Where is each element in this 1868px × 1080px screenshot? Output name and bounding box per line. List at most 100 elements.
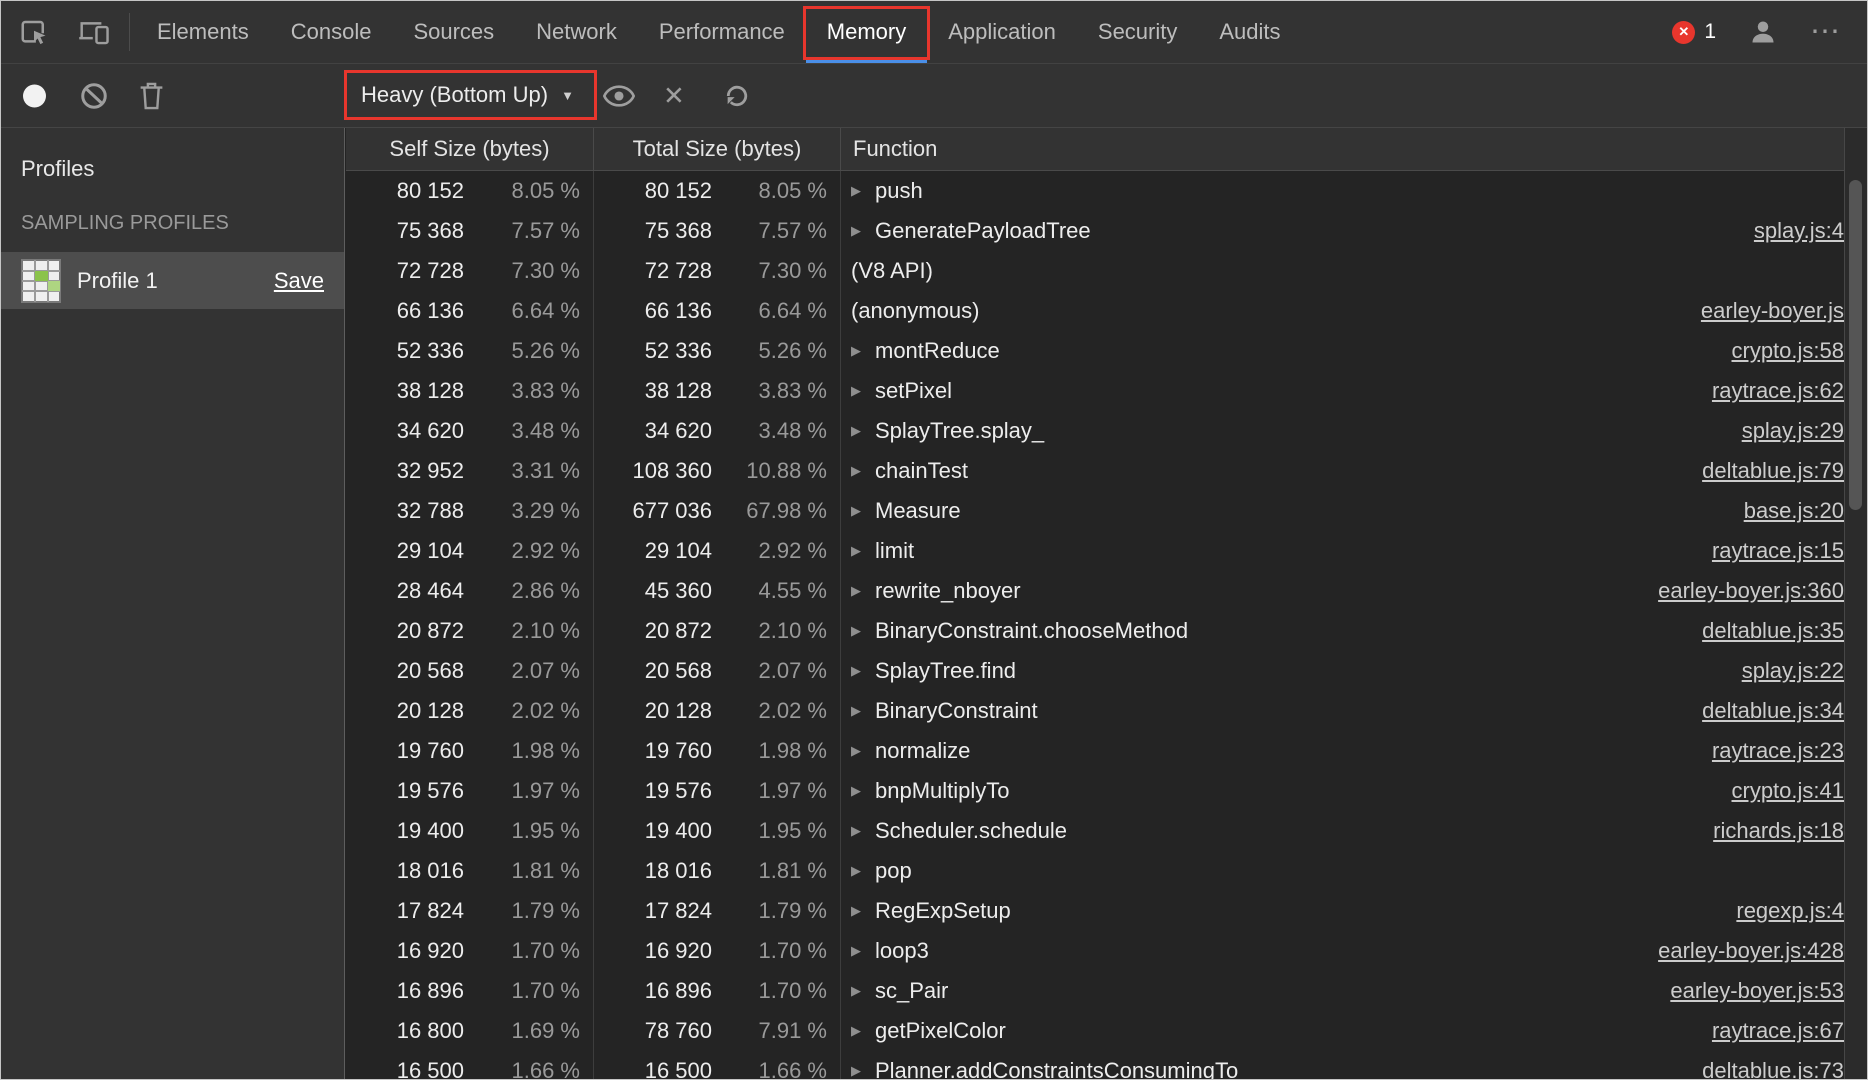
inspect-element-icon[interactable] — [15, 13, 53, 51]
source-link[interactable]: deltablue.js:79 — [1682, 458, 1844, 484]
function-cell: ▶ rewrite_nboyer earley-boyer.js:360 — [841, 571, 1844, 611]
sidebar-item-profile-1[interactable]: Profile 1 Save — [1, 252, 344, 309]
expand-arrow-icon[interactable]: ▶ — [851, 943, 875, 959]
tab-network[interactable]: Network — [515, 1, 638, 63]
tab-audits[interactable]: Audits — [1198, 1, 1301, 63]
expand-arrow-icon[interactable]: ▶ — [851, 383, 875, 399]
table-row[interactable]: 16 896 1.70 % 16 896 1.70 % ▶ sc_Pair earley-b… — [346, 971, 1844, 1011]
function-name: Scheduler.schedule — [875, 818, 1068, 843]
total-size-cell: 19 400 1.95 % — [594, 811, 841, 851]
expand-arrow-icon[interactable]: ▶ — [851, 623, 875, 639]
table-row[interactable]: 17 824 1.79 % 17 824 1.79 % ▶ RegExpSetup rege… — [346, 891, 1844, 931]
source-link[interactable]: earley-boyer.js:53 — [1650, 978, 1844, 1004]
source-link[interactable]: richards.js:18 — [1693, 818, 1844, 844]
tab-elements[interactable]: Elements — [136, 1, 270, 63]
source-link[interactable]: splay.js:22 — [1722, 658, 1844, 684]
source-link[interactable]: splay.js:4 — [1734, 218, 1844, 244]
source-link[interactable]: raytrace.js:23 — [1692, 738, 1844, 764]
table-row[interactable]: 19 400 1.95 % 19 400 1.95 % ▶ Scheduler.sched… — [346, 811, 1844, 851]
tab-memory[interactable]: Memory — [802, 1, 931, 63]
expand-arrow-icon[interactable]: ▶ — [851, 663, 875, 679]
self-size-cell: 72 728 7.30 % — [346, 251, 594, 291]
tab-label: Sources — [413, 19, 495, 44]
source-link[interactable]: earley-boyer.js:428 — [1638, 938, 1844, 964]
expand-arrow-icon[interactable]: ▶ — [851, 1063, 875, 1079]
tab-console[interactable]: Console — [270, 1, 393, 63]
table-row[interactable]: 19 760 1.98 % 19 760 1.98 % ▶ normalize raytra… — [346, 731, 1844, 771]
table-row[interactable]: 16 920 1.70 % 16 920 1.70 % ▶ loop3 earley-boy… — [346, 931, 1844, 971]
expand-arrow-icon[interactable]: ▶ — [851, 543, 875, 559]
table-row[interactable]: 66 136 6.64 % 66 136 6.64 % (anonymous) earle… — [346, 291, 1844, 331]
expand-arrow-icon[interactable]: ▶ — [851, 783, 875, 799]
source-link[interactable]: crypto.js:41 — [1712, 778, 1845, 804]
source-link[interactable]: deltablue.js:73 — [1682, 1058, 1844, 1079]
expand-arrow-icon[interactable]: ▶ — [851, 583, 875, 599]
table-row[interactable]: 29 104 2.92 % 29 104 2.92 % ▶ limit raytrace.j… — [346, 531, 1844, 571]
expand-arrow-icon[interactable]: ▶ — [851, 183, 875, 199]
source-link[interactable]: raytrace.js:67 — [1692, 1018, 1844, 1044]
console-error-badge[interactable]: ✕ 1 — [1672, 20, 1716, 44]
source-link[interactable]: crypto.js:58 — [1712, 338, 1845, 364]
table-row[interactable]: 20 568 2.07 % 20 568 2.07 % ▶ SplayTree.find s… — [346, 651, 1844, 691]
clear-profiles-button[interactable] — [79, 81, 109, 111]
expand-arrow-icon[interactable]: ▶ — [851, 903, 875, 919]
table-row[interactable]: 38 128 3.83 % 38 128 3.83 % ▶ setPixel raytrac… — [346, 371, 1844, 411]
table-row[interactable]: 20 872 2.10 % 20 872 2.10 % ▶ BinaryConstrain… — [346, 611, 1844, 651]
table-row[interactable]: 20 128 2.02 % 20 128 2.02 % ▶ BinaryConstrain… — [346, 691, 1844, 731]
source-link[interactable]: raytrace.js:62 — [1692, 378, 1844, 404]
table-row[interactable]: 18 016 1.81 % 18 016 1.81 % ▶ pop — [346, 851, 1844, 891]
source-link[interactable]: deltablue.js:34 — [1682, 698, 1844, 724]
close-profile-button[interactable]: ✕ — [663, 80, 685, 111]
vertical-scrollbar[interactable] — [1844, 128, 1867, 1079]
function-name: setPixel — [875, 378, 953, 403]
scrollbar-thumb[interactable] — [1849, 180, 1862, 510]
delete-profile-button[interactable] — [138, 81, 165, 110]
source-link[interactable]: regexp.js:4 — [1716, 898, 1844, 924]
tab-performance[interactable]: Performance — [638, 1, 806, 63]
source-link[interactable]: base.js:20 — [1724, 498, 1844, 524]
expand-arrow-icon[interactable]: ▶ — [851, 703, 875, 719]
expand-arrow-icon[interactable]: ▶ — [851, 983, 875, 999]
expand-arrow-icon[interactable]: ▶ — [851, 823, 875, 839]
expand-arrow-icon[interactable]: ▶ — [851, 223, 875, 239]
expand-arrow-icon[interactable]: ▶ — [851, 343, 875, 359]
expand-arrow-icon[interactable]: ▶ — [851, 863, 875, 879]
function-cell: ▶ bnpMultiplyTo crypto.js:41 — [841, 771, 1844, 811]
tab-sources[interactable]: Sources — [392, 1, 515, 63]
tab-application[interactable]: Application — [927, 1, 1077, 63]
source-link[interactable]: earley-boyer.js:360 — [1638, 578, 1844, 604]
total-size-cell: 20 128 2.02 % — [594, 691, 841, 731]
visibility-button[interactable] — [603, 84, 635, 108]
table-row[interactable]: 16 800 1.69 % 78 760 7.91 % ▶ getPixelColor ra… — [346, 1011, 1844, 1051]
table-row[interactable]: 32 952 3.31 % 108 360 10.88 % ▶ chainTest delt… — [346, 451, 1844, 491]
record-button[interactable] — [23, 84, 46, 107]
user-icon[interactable] — [1744, 13, 1782, 51]
table-row[interactable]: 19 576 1.97 % 19 576 1.97 % ▶ bnpMultiplyTo cr… — [346, 771, 1844, 811]
source-link[interactable]: splay.js:29 — [1722, 418, 1844, 444]
source-link[interactable]: earley-boyer.js — [1681, 298, 1844, 324]
save-profile-link[interactable]: Save — [274, 268, 324, 294]
table-row[interactable]: 72 728 7.30 % 72 728 7.30 % (V8 API) — [346, 251, 1844, 291]
column-header-total-size[interactable]: Total Size (bytes) — [594, 128, 841, 170]
table-row[interactable]: 32 788 3.29 % 677 036 67.98 % ▶ Measure base.j… — [346, 491, 1844, 531]
table-row[interactable]: 75 368 7.57 % 75 368 7.57 % ▶ GeneratePayload… — [346, 211, 1844, 251]
column-header-function[interactable]: Function — [841, 128, 1844, 170]
table-row[interactable]: 34 620 3.48 % 34 620 3.48 % ▶ SplayTree.splay… — [346, 411, 1844, 451]
table-row[interactable]: 16 500 1.66 % 16 500 1.66 % ▶ Planner.addCons… — [346, 1051, 1844, 1079]
expand-arrow-icon[interactable]: ▶ — [851, 463, 875, 479]
refresh-button[interactable] — [723, 82, 751, 110]
source-link[interactable]: raytrace.js:15 — [1692, 538, 1844, 564]
table-row[interactable]: 52 336 5.26 % 52 336 5.26 % ▶ montReduce crypt… — [346, 331, 1844, 371]
device-toolbar-icon[interactable] — [75, 13, 113, 51]
tab-security[interactable]: Security — [1077, 1, 1198, 63]
expand-arrow-icon[interactable]: ▶ — [851, 1023, 875, 1039]
expand-arrow-icon[interactable]: ▶ — [851, 743, 875, 759]
eye-icon — [603, 84, 635, 107]
source-link[interactable]: deltablue.js:35 — [1682, 618, 1844, 644]
table-row[interactable]: 28 464 2.86 % 45 360 4.55 % ▶ rewrite_nboyer e… — [346, 571, 1844, 611]
expand-arrow-icon[interactable]: ▶ — [851, 503, 875, 519]
overflow-menu-icon[interactable]: ⋯ — [1810, 17, 1843, 47]
expand-arrow-icon[interactable]: ▶ — [851, 423, 875, 439]
column-header-self-size[interactable]: Self Size (bytes) — [346, 128, 594, 170]
table-row[interactable]: 80 152 8.05 % 80 152 8.05 % ▶ push — [346, 171, 1844, 211]
